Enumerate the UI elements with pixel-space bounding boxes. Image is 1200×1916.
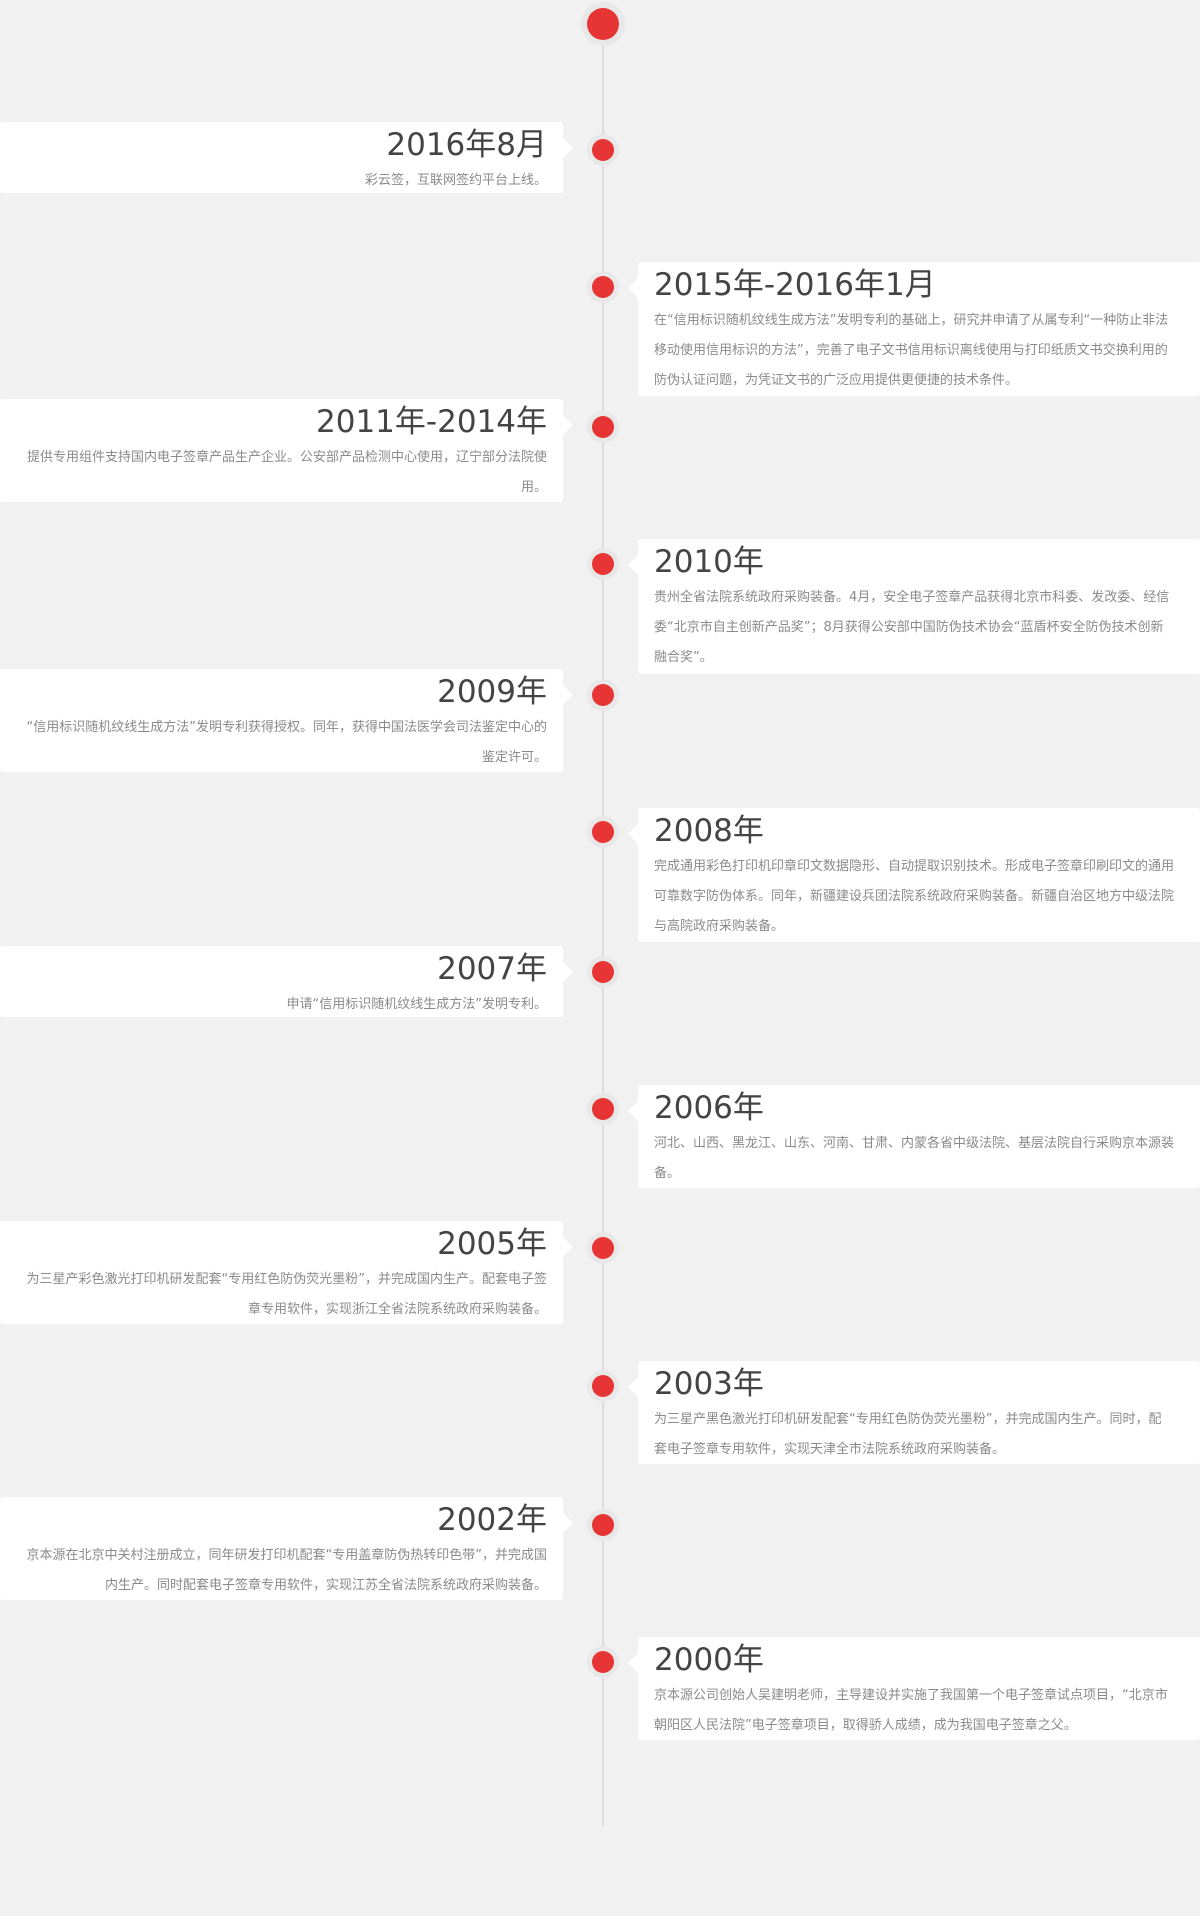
- timeline-item-right: 2003年 为三星产黑色激光打印机研发配套“专用红色防伪荧光墨粉”，并完成国内生…: [628, 1361, 1200, 1464]
- timeline-item-left: 2011年-2014年 提供专用组件支持国内电子签章产品生产企业。公安部产品检测…: [0, 399, 573, 502]
- timeline-year: 2009年: [437, 674, 547, 710]
- timeline-dot: [592, 276, 614, 298]
- timeline-dot: [592, 684, 614, 706]
- timeline-item-left: 2007年 申请“信用标识随机纹线生成方法”发明专利。: [0, 946, 573, 1017]
- timeline-year: 2016年8月: [386, 127, 547, 163]
- timeline-description: 完成通用彩色打印机印章印文数据隐形、自动提取识别技术。形成电子签章印刷印文的通用…: [654, 859, 1175, 934]
- timeline-description: “信用标识随机纹线生成方法”发明专利获得授权。同年，获得中国法医学会司法鉴定中心…: [26, 720, 547, 765]
- timeline-year: 2000年: [654, 1642, 764, 1678]
- timeline-year: 2007年: [437, 951, 547, 987]
- timeline-description: 贵州全省法院系统政府采购装备。4月，安全电子签章产品获得北京市科委、发改委、经信…: [654, 590, 1170, 665]
- timeline-item-right: 2015年-2016年1月 在“信用标识随机纹线生成方法”发明专利的基础上，研究…: [628, 262, 1200, 396]
- timeline-dot: [592, 553, 614, 575]
- timeline-item-left: 2016年8月 彩云签，互联网签约平台上线。: [0, 122, 573, 193]
- timeline-item-right: 2010年 贵州全省法院系统政府采购装备。4月，安全电子签章产品获得北京市科委、…: [628, 539, 1200, 674]
- timeline-item-right: 2000年 京本源公司创始人吴建明老师，主导建设并实施了我国第一个电子签章试点项…: [628, 1637, 1200, 1740]
- timeline-description: 为三星产彩色激光打印机研发配套“专用红色防伪荧光墨粉”，并完成国内生产。配套电子…: [26, 1272, 547, 1317]
- timeline-description: 为三星产黑色激光打印机研发配套“专用红色防伪荧光墨粉”，并完成国内生产。同时，配…: [654, 1412, 1162, 1457]
- timeline-dot: [592, 1375, 614, 1397]
- timeline-year: 2003年: [654, 1366, 764, 1402]
- timeline-item-left: 2005年 为三星产彩色激光打印机研发配套“专用红色防伪荧光墨粉”，并完成国内生…: [0, 1221, 573, 1324]
- timeline-description: 京本源在北京中关村注册成立，同年研发打印机配套“专用盖章防伪热转印色带”，并完成…: [26, 1548, 547, 1593]
- timeline-year: 2006年: [654, 1090, 764, 1126]
- timeline-description: 河北、山西、黑龙江、山东、河南、甘肃、内蒙各省中级法院、基层法院自行采购京本源装…: [654, 1136, 1175, 1181]
- timeline-dot: [592, 1098, 614, 1120]
- timeline-item-left: 2009年 “信用标识随机纹线生成方法”发明专利获得授权。同年，获得中国法医学会…: [0, 669, 573, 772]
- timeline-start-dot: [587, 8, 619, 40]
- timeline-year: 2005年: [437, 1226, 547, 1262]
- timeline-year: 2010年: [654, 544, 764, 580]
- timeline-dot: [592, 821, 614, 843]
- timeline-description: 彩云签，互联网签约平台上线。: [364, 173, 547, 188]
- timeline-description: 申请“信用标识随机纹线生成方法”发明专利。: [286, 997, 547, 1012]
- timeline-dot: [592, 139, 614, 161]
- timeline-item-right: 2006年 河北、山西、黑龙江、山东、河南、甘肃、内蒙各省中级法院、基层法院自行…: [628, 1085, 1200, 1188]
- timeline-dot: [592, 1651, 614, 1673]
- timeline-description: 京本源公司创始人吴建明老师，主导建设并实施了我国第一个电子签章试点项目，“北京市…: [654, 1688, 1168, 1733]
- timeline-dot: [592, 961, 614, 983]
- company-history-timeline: 2016年8月 彩云签，互联网签约平台上线。 2015年-2016年1月 在“信…: [0, 0, 1200, 1916]
- timeline-dot: [592, 1514, 614, 1536]
- timeline-year: 2011年-2014年: [316, 404, 547, 440]
- timeline-item-right: 2008年 完成通用彩色打印机印章印文数据隐形、自动提取识别技术。形成电子签章印…: [628, 808, 1200, 942]
- timeline-year: 2002年: [437, 1502, 547, 1538]
- timeline-description: 在“信用标识随机纹线生成方法”发明专利的基础上，研究并申请了从属专利“一种防止非…: [654, 313, 1169, 388]
- timeline-year: 2015年-2016年1月: [654, 267, 936, 303]
- timeline-dot: [592, 416, 614, 438]
- timeline-dot: [592, 1237, 614, 1259]
- timeline-year: 2008年: [654, 813, 764, 849]
- timeline-description: 提供专用组件支持国内电子签章产品生产企业。公安部产品检测中心使用，辽宁部分法院使…: [26, 450, 547, 495]
- timeline-item-left: 2002年 京本源在北京中关村注册成立，同年研发打印机配套“专用盖章防伪热转印色…: [0, 1497, 573, 1600]
